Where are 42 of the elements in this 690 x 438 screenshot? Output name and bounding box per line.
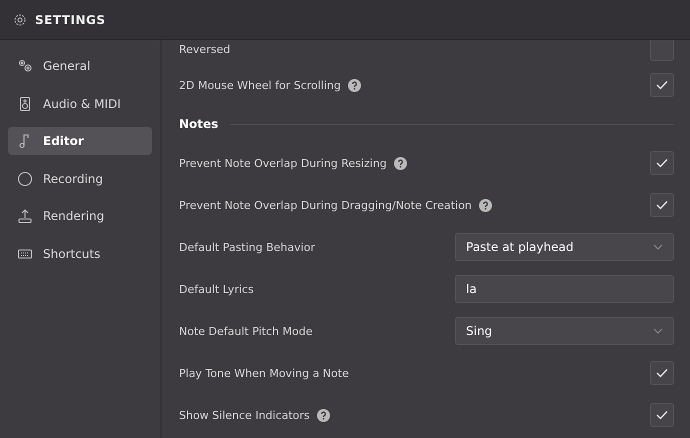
setting-label: Play Tone When Moving a Note: [179, 366, 349, 380]
chevron-down-icon: [653, 328, 663, 334]
checkbox[interactable]: [650, 40, 674, 61]
section-heading: Notes: [179, 117, 218, 131]
setting-label: Reversed: [179, 42, 230, 56]
checkbox[interactable]: [650, 403, 674, 427]
upload-icon: [17, 208, 33, 224]
input-field[interactable]: la: [455, 275, 674, 303]
setting-label: 2D Mouse Wheel for Scrolling: [179, 78, 341, 92]
chevron-down-icon: [653, 244, 663, 250]
sidebar-item[interactable]: Audio & MIDI: [8, 90, 152, 118]
sidebar-item[interactable]: Editor: [8, 127, 152, 155]
dropdown[interactable]: Paste at playhead: [455, 233, 674, 261]
check-icon: [656, 80, 668, 90]
sidebar-item[interactable]: General: [8, 52, 152, 80]
setting-label: Note Default Pitch Mode: [179, 324, 312, 338]
sidebar-item[interactable]: Recording: [8, 164, 152, 192]
help-icon[interactable]: [478, 198, 492, 212]
setting-label: Default Pasting Behavior: [179, 240, 315, 254]
setting-label: Prevent Note Overlap During Dragging/Note Creation: [179, 198, 472, 212]
speaker-icon: [17, 96, 33, 112]
setting-label: Prevent Note Overlap During Resizing: [179, 156, 387, 170]
checkbox[interactable]: [650, 73, 674, 97]
help-icon[interactable]: [316, 408, 330, 422]
setting-label: Show Silence Indicators: [179, 408, 310, 422]
gear-icon: [13, 12, 27, 26]
check-icon: [656, 368, 668, 378]
setting-label: Default Lyrics: [179, 282, 254, 296]
sidebar-item[interactable]: Rendering: [8, 202, 152, 230]
checkbox[interactable]: [650, 361, 674, 385]
window-title: SETTINGS: [35, 12, 106, 26]
help-icon[interactable]: [348, 78, 361, 92]
dropdown[interactable]: Sing: [455, 317, 674, 345]
check-icon: [656, 158, 668, 168]
checkbox[interactable]: [650, 151, 674, 175]
check-icon: [656, 410, 668, 420]
check-icon: [656, 200, 668, 210]
circle-icon: [17, 170, 33, 186]
gears-icon: [17, 58, 33, 74]
help-icon[interactable]: [394, 156, 407, 170]
sidebar-item[interactable]: Shortcuts: [8, 240, 152, 268]
checkbox[interactable]: [650, 193, 674, 217]
